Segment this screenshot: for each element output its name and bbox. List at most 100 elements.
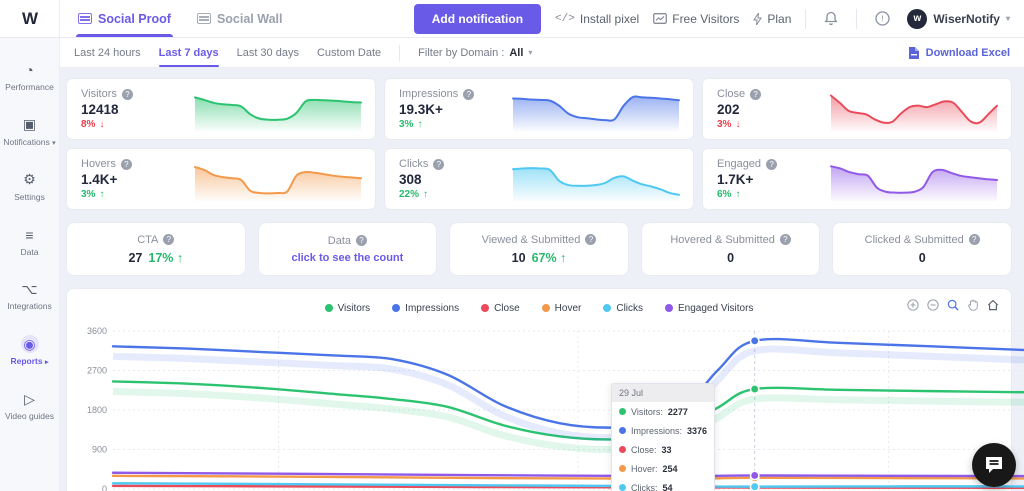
download-excel-button[interactable]: Download Excel [908, 46, 1010, 60]
stat-title: CTA? [137, 234, 174, 246]
stat-link[interactable]: click to see the count [291, 252, 403, 264]
data-icon: ≡ [21, 226, 39, 244]
metric-card-close: Close? 202 3%↓ [702, 78, 1012, 140]
legend-item-engaged-visitors[interactable]: Engaged Visitors [665, 303, 753, 314]
range-custom-date[interactable]: Custom Date [317, 38, 381, 67]
range-last-24-hours[interactable]: Last 24 hours [74, 38, 141, 67]
sparkline-chart [511, 86, 681, 132]
sidebar-item-data[interactable]: ≡Data [2, 217, 58, 268]
pan-icon[interactable] [966, 298, 979, 311]
chat-widget-button[interactable] [972, 443, 1016, 487]
caret-icon: ▸ [45, 359, 49, 366]
zoom-out-icon[interactable] [926, 298, 939, 311]
chart-plot-area[interactable]: 0900180027003600 29 Jul Visitors:2277Imp… [77, 321, 1001, 491]
reports-icon: ◉ [21, 335, 39, 353]
tab-social-proof[interactable]: Social Proof [78, 0, 171, 37]
tab-social-wall[interactable]: Social Wall [197, 0, 283, 37]
plan-label: Plan [767, 12, 791, 26]
filter-bar: Last 24 hours Last 7 days Last 30 days Cust… [60, 38, 1024, 68]
legend-item-clicks[interactable]: Clicks [603, 303, 643, 314]
arrow-down-icon: ↓ [735, 119, 740, 130]
chat-icon [984, 456, 1004, 474]
legend-item-impressions[interactable]: Impressions [392, 303, 459, 314]
legend-dot [603, 304, 611, 312]
stat-value: 0 [727, 251, 734, 265]
account-menu[interactable]: w WiserNotify ▾ [907, 9, 1010, 29]
tab-label: Social Wall [217, 12, 283, 26]
help-icon[interactable]: ? [766, 159, 777, 170]
svg-text:3600: 3600 [87, 326, 107, 336]
sidebar-item-notifications[interactable]: ▣Notifications ▾ [2, 107, 58, 158]
help-icon[interactable]: ? [463, 89, 474, 100]
zoom-select-icon[interactable] [946, 298, 959, 311]
grid-icon [197, 13, 211, 24]
sidebar-item-settings[interactable]: ⚙ Settings [2, 162, 58, 213]
help-icon[interactable]: ? [121, 159, 132, 170]
legend-item-hover[interactable]: Hover [542, 303, 582, 314]
sidebar-item-video-guides[interactable]: ▷Video guides [2, 381, 58, 432]
legend-item-close[interactable]: Close [481, 303, 520, 314]
help-icon[interactable]: ? [750, 89, 761, 100]
domain-filter-value: All [509, 47, 523, 59]
arrow-down-icon: ↓ [99, 119, 104, 130]
help-icon[interactable]: ? [585, 234, 596, 245]
home-icon[interactable] [986, 298, 999, 311]
help-icon[interactable]: ? [356, 235, 367, 246]
metric-value: 308 [399, 172, 444, 187]
arrow-up-icon: ↑ [417, 119, 422, 130]
legend-label: Clicks [616, 303, 643, 314]
stat-title: Hovered & Submitted? [670, 234, 791, 246]
add-notification-button[interactable]: Add notification [414, 4, 541, 34]
help-icon[interactable]: ? [163, 234, 174, 245]
sidebar-item-reports[interactable]: ◉Reports ▸ [2, 326, 58, 377]
metric-info: Clicks? 308 22%↑ [399, 158, 444, 200]
sparkline-chart [829, 156, 999, 202]
help-icon[interactable]: ? [780, 234, 791, 245]
sidebar-item-integrations[interactable]: ⌥Integrations [2, 271, 58, 322]
sidebar-item-label: Performance [5, 83, 54, 93]
metric-info: Close? 202 3%↓ [717, 88, 761, 130]
chevron-down-icon: ▾ [1006, 14, 1010, 23]
help-icon[interactable]: ? [969, 234, 980, 245]
tooltip-row: Visitors:2277 [612, 402, 714, 421]
stat-title: Viewed & Submitted? [482, 234, 597, 246]
date-range-tabs: Last 24 hours Last 7 days Last 30 days Cust… [74, 38, 381, 67]
account-avatar: w [907, 9, 927, 29]
stat-value: 0 [919, 251, 926, 265]
settings-icon: ⚙ [21, 171, 39, 189]
range-last-7-days[interactable]: Last 7 days [159, 38, 219, 67]
free-visitors-label: Free Visitors [672, 12, 739, 26]
legend-item-visitors[interactable]: Visitors [325, 303, 371, 314]
metric-title: Visitors? [81, 88, 133, 100]
svg-text:1800: 1800 [87, 405, 107, 415]
help-icon[interactable]: ! [871, 8, 893, 30]
plan-link[interactable]: Plan [753, 12, 791, 26]
tooltip-row: Clicks:54 [612, 478, 714, 491]
sidebar-item-label: Settings [14, 193, 45, 203]
legend-dot [392, 304, 400, 312]
app-logo[interactable]: W [0, 0, 60, 38]
zoom-in-icon[interactable] [906, 298, 919, 311]
bell-icon[interactable] [820, 8, 842, 30]
line-chart[interactable]: 0900180027003600 [77, 321, 1024, 491]
stat-card-hovered-submitted: Hovered & Submitted? 0 [641, 222, 821, 276]
metric-value: 1.7K+ [717, 172, 777, 187]
legend-dot [325, 304, 333, 312]
install-pixel-link[interactable]: </> Install pixel [555, 12, 639, 26]
stat-card-data: Data?click to see the count [258, 222, 438, 276]
bolt-icon [753, 13, 762, 25]
sidebar-item-performance[interactable]: ◔Performance [2, 52, 58, 103]
stat-value: 27 [128, 251, 142, 265]
logo-letter: W [22, 9, 37, 29]
domain-filter-label: Filter by Domain : [418, 47, 504, 59]
stat-change: 17% ↑ [148, 251, 183, 265]
help-icon[interactable]: ? [433, 159, 444, 170]
tooltip-row: Hover:254 [612, 459, 714, 478]
domain-filter[interactable]: Filter by Domain : All ▾ [418, 47, 532, 59]
caret-icon: ▾ [52, 140, 56, 147]
free-visitors-link[interactable]: Free Visitors [653, 12, 739, 26]
legend-dot [542, 304, 550, 312]
help-icon[interactable]: ? [122, 89, 133, 100]
range-last-30-days[interactable]: Last 30 days [237, 38, 299, 67]
main-tabs: Social Proof Social Wall [78, 0, 282, 37]
